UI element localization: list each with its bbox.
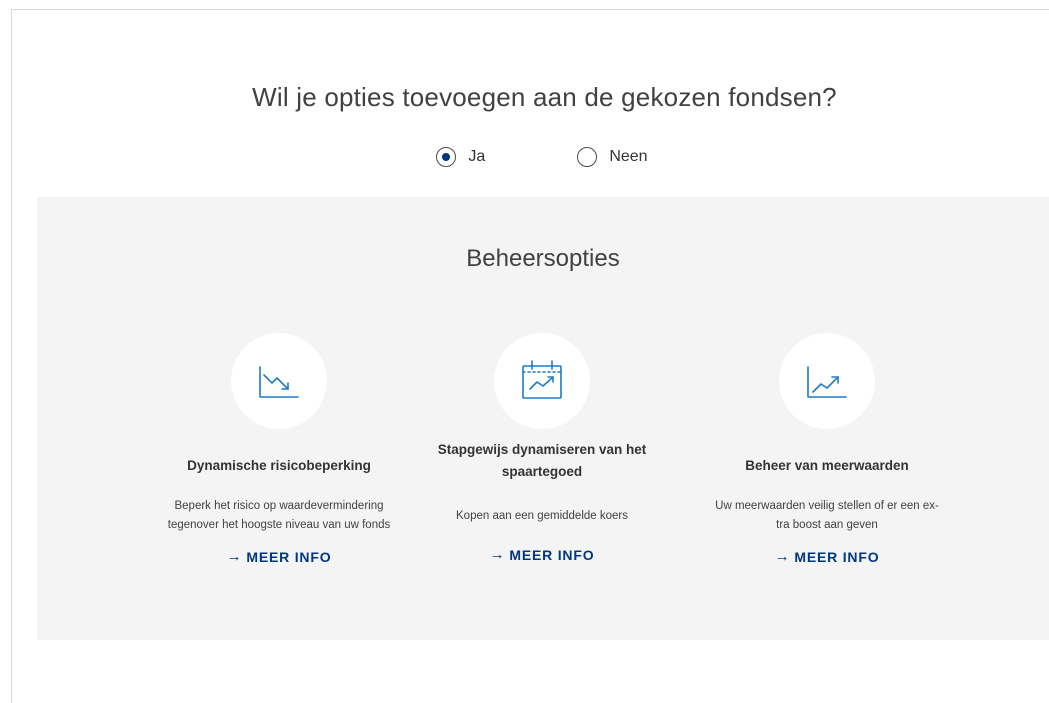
card-title: Beheer van meerwaarden xyxy=(745,458,909,473)
arrow-right-icon: → xyxy=(774,548,791,565)
meer-info-label: MEER INFO xyxy=(794,548,880,565)
meer-info-link[interactable]: → MEER INFO xyxy=(775,548,880,565)
card-description: Kopen aan een gemiddelde koers xyxy=(456,510,628,522)
radio-yes-circle[interactable] xyxy=(436,147,457,167)
arrow-right-icon: → xyxy=(226,548,243,565)
card-stepwise-dynamize: Stapgewijs dynamiseren van het spaartego… xyxy=(392,333,692,564)
calendar-chart-icon xyxy=(494,333,590,429)
radio-no[interactable]: Neen xyxy=(577,147,648,167)
chart-down-icon xyxy=(231,333,327,429)
meer-info-link[interactable]: → MEER INFO xyxy=(490,546,595,563)
radio-no-circle[interactable] xyxy=(577,147,598,167)
card-capital-gains: Beheer van meerwaarden Uw meerwaarden ve… xyxy=(677,333,977,566)
meer-info-label: MEER INFO xyxy=(509,546,595,563)
card-title: spaartegoed xyxy=(501,464,583,479)
arrow-right-icon: → xyxy=(489,546,506,563)
radio-no-label[interactable]: Neen xyxy=(609,148,647,166)
card-title: Stapgewijs dynamiseren van het xyxy=(437,442,647,457)
radio-yes[interactable]: Ja xyxy=(436,147,485,167)
meer-info-link[interactable]: → MEER INFO xyxy=(227,548,332,565)
card-description-line: Beperk het risico op waardevermindering xyxy=(174,500,384,512)
management-options-panel: Beheersopties Dynamische risicobeperking… xyxy=(37,197,1049,640)
card-dynamic-risk: Dynamische risicobeperking Beperk het ri… xyxy=(129,333,429,566)
radio-yes-label[interactable]: Ja xyxy=(468,148,485,166)
card-description-line: Uw meerwaarden veilig stellen of er een … xyxy=(715,500,939,512)
card-description-line: tegenover het hoogste niveau van uw fond… xyxy=(167,519,391,531)
card-description-line: tra boost aan geven xyxy=(776,519,878,531)
panel-title: Beheersopties xyxy=(466,245,620,272)
meer-info-label: MEER INFO xyxy=(246,548,332,565)
options-question: Wil je opties toevoegen aan de gekozen f… xyxy=(252,82,837,112)
radio-selected-dot xyxy=(442,153,451,161)
chart-up-icon xyxy=(779,333,875,429)
card-title: Dynamische risicobeperking xyxy=(187,458,371,473)
options-radio-group: Ja Neen xyxy=(0,147,1049,167)
